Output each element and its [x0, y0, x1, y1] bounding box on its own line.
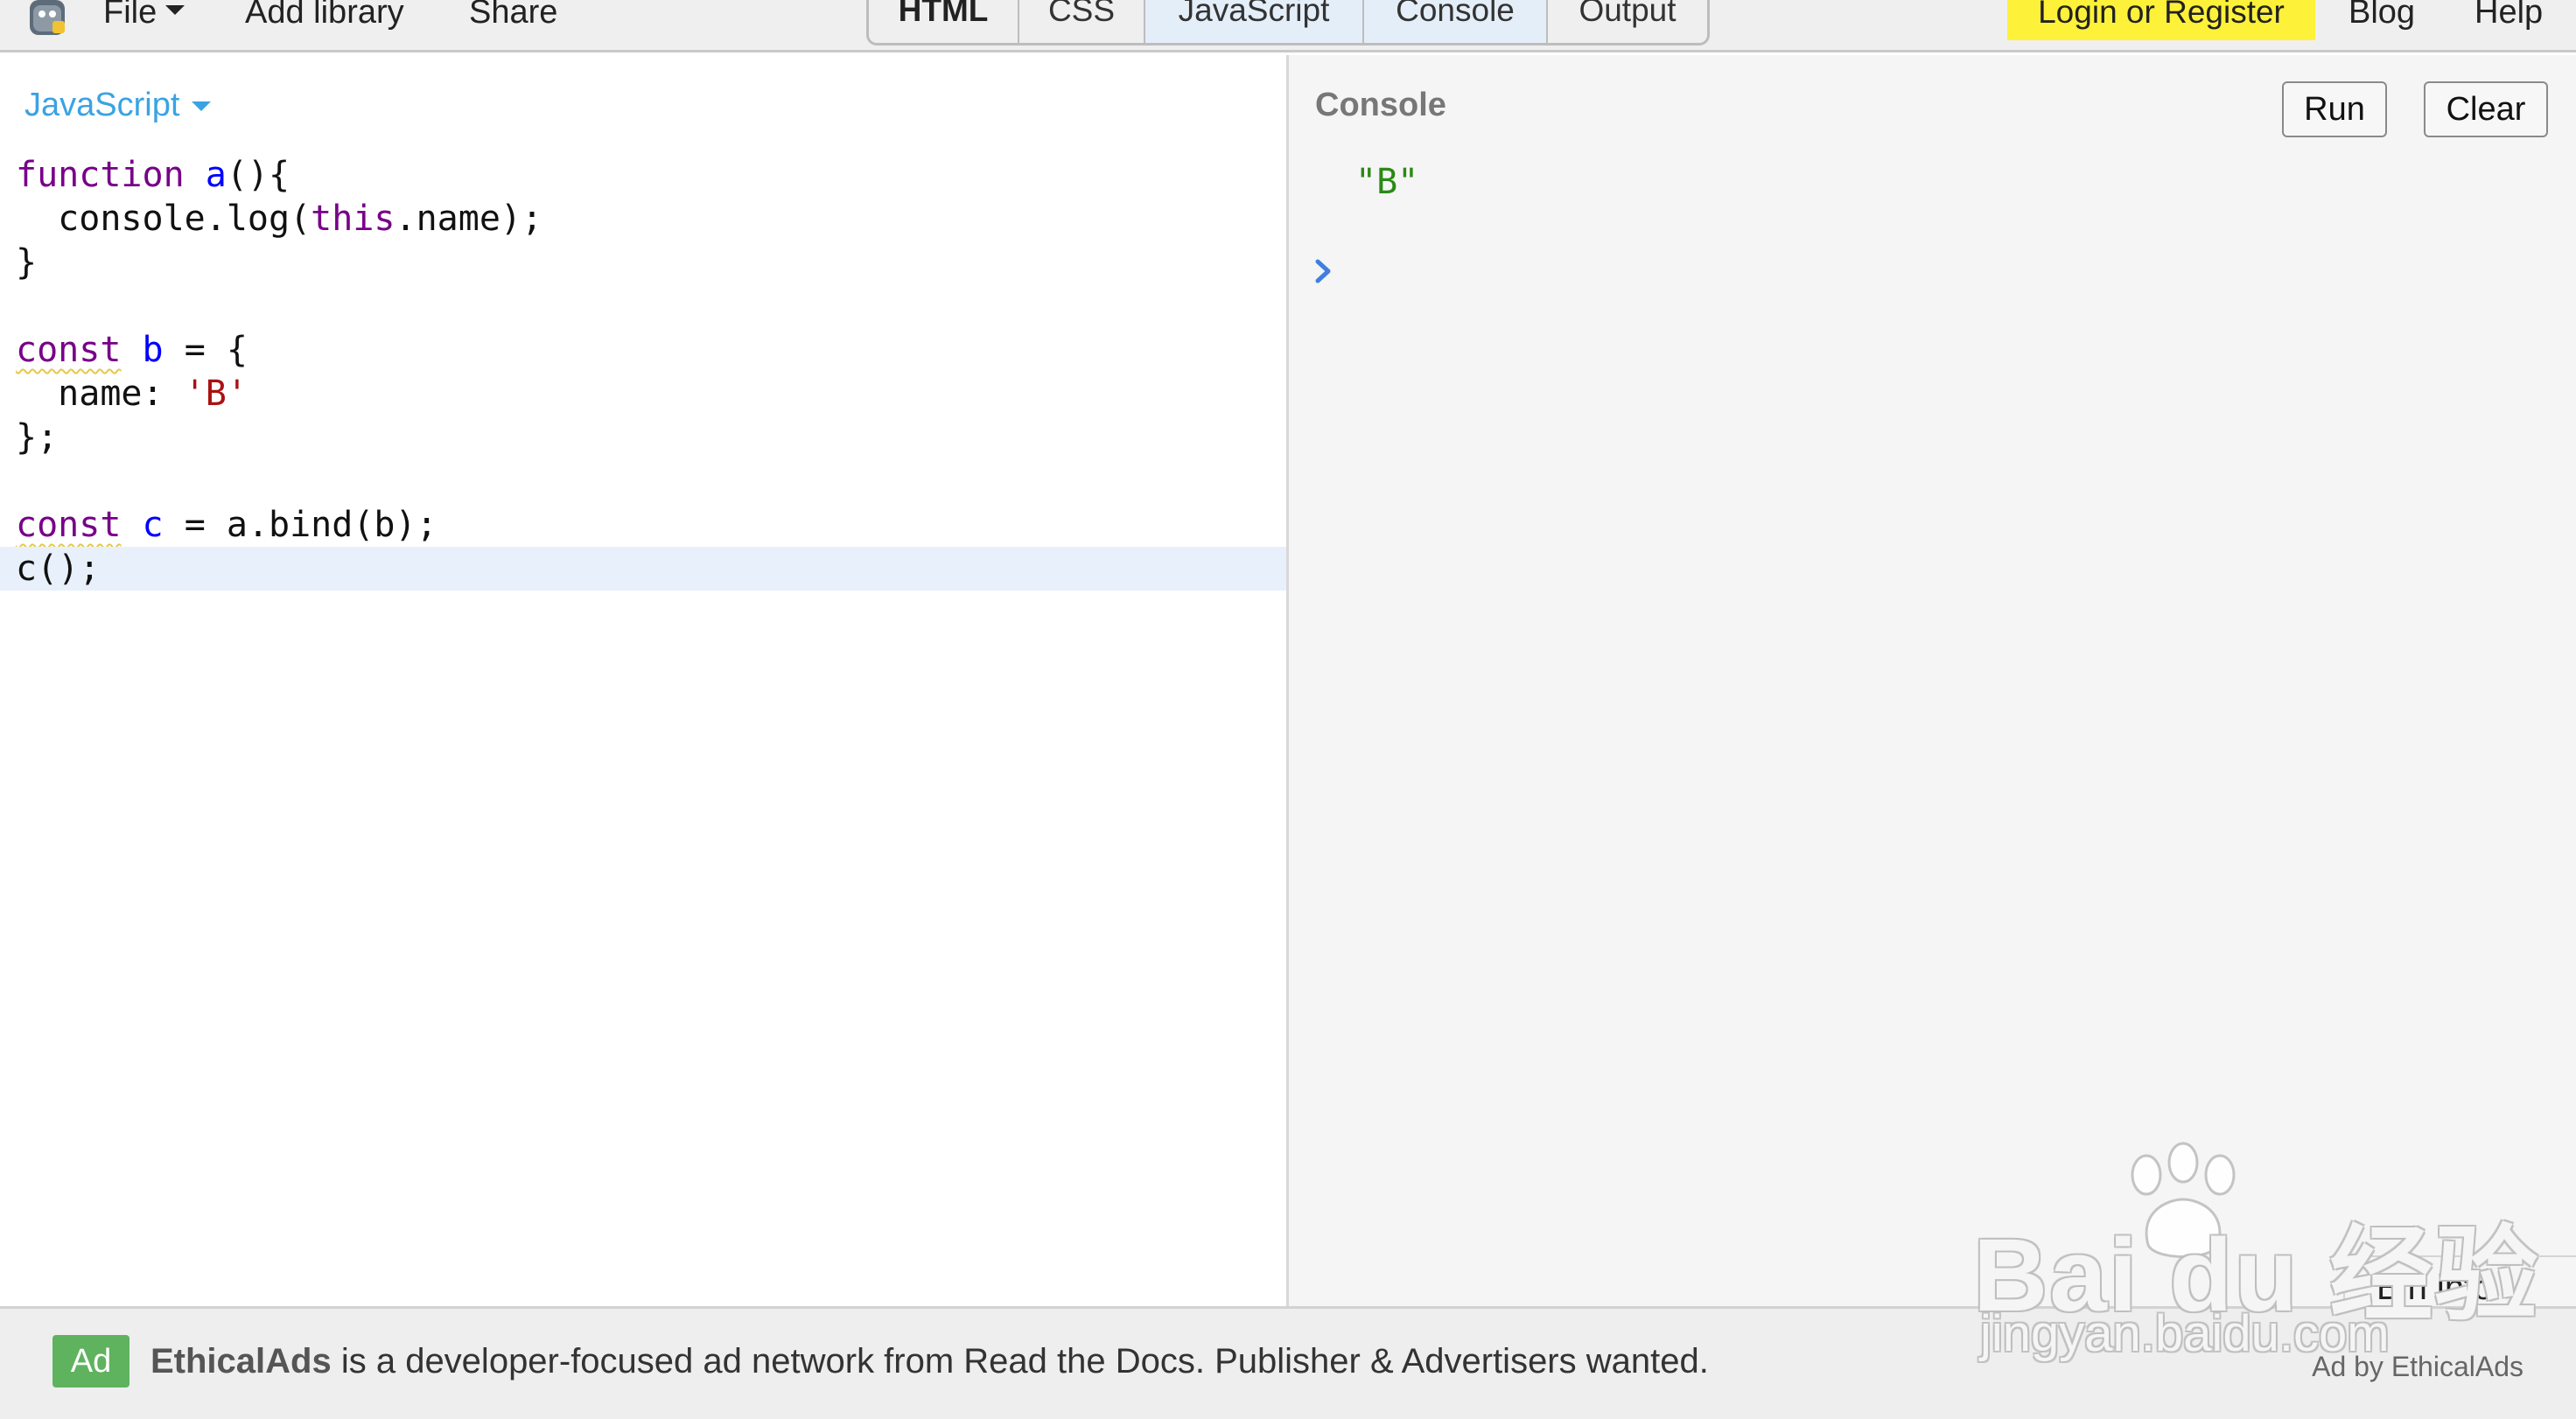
ad-banner: Ad EthicalAds is a developer-focused ad …: [0, 1306, 2576, 1419]
share-button[interactable]: Share: [469, 0, 557, 29]
run-button[interactable]: Run: [2282, 81, 2387, 137]
bin-info-button[interactable]: Bin info: [2343, 1255, 2576, 1308]
chevron-down-icon: [165, 5, 186, 16]
top-toolbar: File Add library Share HTML CSS JavaScri…: [0, 0, 2576, 52]
code-line: const b = {: [16, 330, 248, 370]
tab-output[interactable]: Output: [1548, 0, 1707, 43]
code-line: console.log(this.name);: [16, 199, 543, 239]
code-line-current: c();: [0, 547, 1286, 591]
chevron-right-icon[interactable]: [1313, 258, 1333, 284]
code-line: }: [16, 242, 38, 283]
code-editor[interactable]: function a(){ console.log(this.name); } …: [0, 153, 1286, 591]
file-menu[interactable]: File: [103, 0, 186, 29]
chevron-down-icon: [192, 101, 212, 112]
panel-tabs: HTML CSS JavaScript Console Output: [866, 0, 1710, 45]
ad-brand: EthicalAds: [150, 1342, 332, 1381]
javascript-editor-pane[interactable]: JavaScript function a(){ console.log(thi…: [0, 55, 1286, 1306]
language-dropdown[interactable]: JavaScript: [24, 87, 212, 124]
jsbin-logo-icon[interactable]: [26, 0, 68, 37]
ad-by-link[interactable]: Ad by EthicalAds: [2312, 1351, 2524, 1383]
console-title: Console: [1315, 87, 1446, 123]
code-line: const c = a.bind(b);: [16, 505, 438, 545]
code-line: name: 'B': [16, 374, 248, 414]
ad-description: is a developer-focused ad network from R…: [331, 1342, 1709, 1381]
code-line: };: [16, 417, 59, 458]
help-link[interactable]: Help: [2474, 0, 2543, 29]
console-output-line: "B": [1355, 162, 1419, 202]
file-menu-label: File: [103, 0, 158, 31]
tab-html[interactable]: HTML: [869, 0, 1019, 43]
code-line: function a(){: [16, 155, 290, 195]
blog-link[interactable]: Blog: [2348, 0, 2415, 29]
tab-console[interactable]: Console: [1364, 0, 1548, 43]
tab-css[interactable]: CSS: [1019, 0, 1145, 43]
console-pane: Console Run Clear "B" Bin info: [1289, 55, 2576, 1308]
tab-javascript[interactable]: JavaScript: [1145, 0, 1364, 43]
login-register-button[interactable]: Login or Register: [2007, 0, 2315, 40]
clear-button[interactable]: Clear: [2424, 81, 2548, 137]
ad-link[interactable]: EthicalAds is a developer-focused ad net…: [150, 1342, 1709, 1381]
language-dropdown-label: JavaScript: [24, 87, 180, 123]
add-library-button[interactable]: Add library: [245, 0, 404, 29]
ad-badge: Ad: [52, 1335, 130, 1388]
